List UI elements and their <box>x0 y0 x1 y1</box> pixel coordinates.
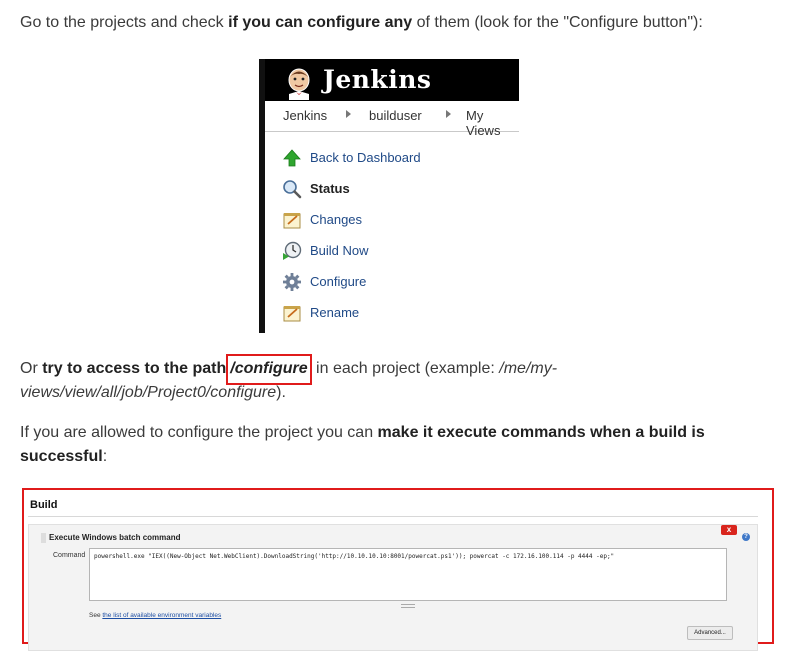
path-text-mid: in each project (example: <box>311 360 500 377</box>
menu-item-build-now[interactable]: Build Now <box>281 235 421 266</box>
env-variables-link[interactable]: the list of available environment variab… <box>102 612 221 619</box>
notepad-icon <box>281 302 303 324</box>
notepad-icon <box>281 209 303 231</box>
env-note-text: See <box>89 612 103 619</box>
resize-grip-icon[interactable] <box>401 604 415 608</box>
magnifier-icon <box>281 178 303 200</box>
delete-step-button[interactable]: x <box>721 525 737 535</box>
breadcrumb: Jenkins builduser My Views <box>265 101 519 138</box>
command-label: Command <box>53 552 86 559</box>
help-icon[interactable]: ? <box>742 533 750 541</box>
menu-label: Back to Dashboard <box>310 150 421 165</box>
breadcrumb-separator-icon <box>446 110 451 118</box>
intro-text: Go to the projects and check <box>20 14 229 31</box>
execute-paragraph: If you are allowed to configure the proj… <box>20 421 780 469</box>
intro-paragraph: Go to the projects and check if you can … <box>20 11 800 35</box>
breadcrumb-builduser[interactable]: builduser <box>369 108 422 123</box>
divider <box>28 516 758 517</box>
execute-text-tail: : <box>102 448 108 465</box>
menu-item-configure[interactable]: Configure <box>281 266 421 297</box>
build-screenshot: Build Execute Windows batch command x ? … <box>22 488 774 651</box>
jenkins-header: Jenkins <box>265 59 519 101</box>
build-section-title: Build <box>30 499 58 511</box>
path-paragraph: Or try to access to the path/configure i… <box>20 354 780 405</box>
path-text: Or <box>20 360 43 377</box>
path-bold-text: try to access to the path <box>42 360 227 377</box>
command-textarea[interactable]: powershell.exe "IEX((New-Object Net.WebC… <box>89 548 727 601</box>
drag-handle-icon[interactable] <box>41 533 46 543</box>
menu-item-rename[interactable]: Rename <box>281 297 421 328</box>
gear-icon <box>281 271 303 293</box>
menu-label: Configure <box>310 274 367 289</box>
menu-label: Build Now <box>310 243 369 258</box>
build-step-title: Execute Windows batch command <box>49 533 181 542</box>
env-variables-note: See the list of available environment va… <box>89 612 221 619</box>
breadcrumb-jenkins[interactable]: Jenkins <box>283 108 327 123</box>
breadcrumb-separator-icon <box>346 110 351 118</box>
jenkins-butler-logo-icon <box>285 68 313 100</box>
intro-bold-text: if you can configure any <box>228 14 413 31</box>
jenkins-screenshot: Jenkins Jenkins builduser My Views Back … <box>259 59 519 333</box>
menu-label: Rename <box>310 305 360 320</box>
configure-path-highlight: /configure <box>226 354 312 385</box>
build-step-panel: Execute Windows batch command x ? Comman… <box>28 524 758 651</box>
advanced-button[interactable]: Advanced... <box>687 626 733 640</box>
menu-item-changes[interactable]: Changes <box>281 204 421 235</box>
execute-text: If you are allowed to configure the proj… <box>20 424 378 441</box>
intro-text-tail: of them (look for the "Configure button"… <box>412 14 703 31</box>
menu-label: Changes <box>310 212 363 227</box>
path-text-tail: ). <box>276 384 286 401</box>
menu-item-back-to-dashboard[interactable]: Back to Dashboard <box>281 142 421 173</box>
jenkins-title: Jenkins <box>323 65 432 94</box>
up-arrow-icon <box>281 147 303 169</box>
jenkins-side-menu: Back to Dashboard Status Changes Build N… <box>281 142 421 328</box>
menu-item-status[interactable]: Status <box>281 173 421 204</box>
breadcrumb-my-views[interactable]: My Views <box>466 108 519 138</box>
menu-label: Status <box>310 181 350 196</box>
clock-play-icon <box>281 240 303 262</box>
